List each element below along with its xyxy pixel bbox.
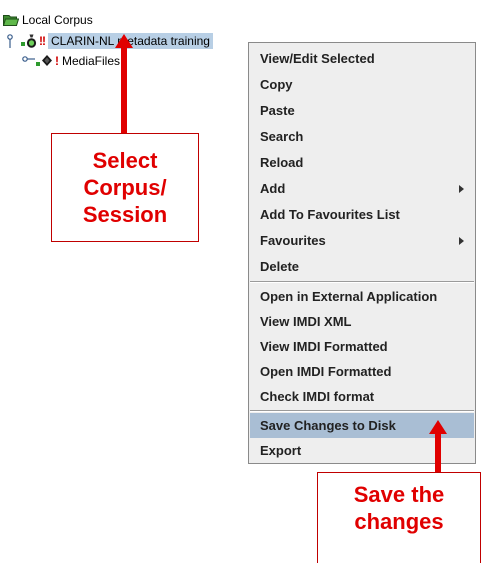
annotation-arrow-up-left — [115, 34, 133, 136]
menu-item-open-imdi-formatted[interactable]: Open IMDI Formatted — [250, 359, 474, 385]
callout-line: Corpus/ — [83, 175, 167, 200]
menu-separator — [250, 281, 474, 283]
menu-item-view-imdi-formatted[interactable]: View IMDI Formatted — [250, 334, 474, 360]
tree-node-local-corpus[interactable]: Local Corpus — [2, 12, 93, 28]
menu-separator — [250, 410, 474, 412]
menu-item-delete[interactable]: Delete — [250, 254, 474, 280]
tree-label-media-files: MediaFiles — [62, 54, 121, 68]
context-menu: View/Edit Selected Copy Paste Search Rel… — [248, 42, 476, 464]
callout-line: changes — [354, 509, 444, 534]
tree-node-corpus[interactable]: !! CLARIN-NL metadata training — [7, 33, 213, 49]
menu-item-add-label: Add — [260, 181, 286, 196]
tree-node-media-files[interactable]: ! MediaFiles — [22, 53, 120, 69]
diamond-icon — [41, 53, 53, 69]
callout-line: Select — [92, 148, 158, 173]
menu-item-copy[interactable]: Copy — [250, 72, 474, 98]
menu-item-check-imdi-format[interactable]: Check IMDI format — [250, 384, 474, 410]
folder-open-icon — [2, 14, 20, 26]
corpus-icon — [26, 33, 37, 49]
warning-flag: !! — [39, 34, 46, 48]
tree-label-local-corpus: Local Corpus — [22, 13, 93, 27]
callout-line: Save the — [353, 482, 445, 507]
menu-item-view-edit-selected[interactable]: View/Edit Selected — [250, 46, 474, 72]
menu-item-paste[interactable]: Paste — [250, 98, 474, 124]
callout-line: Session — [82, 202, 168, 227]
submenu-arrow-icon — [459, 237, 464, 245]
annotation-callout-save: Save the changes — [317, 472, 481, 563]
menu-item-view-imdi-xml[interactable]: View IMDI XML — [250, 309, 474, 335]
menu-item-favourites[interactable]: Favourites — [250, 228, 474, 254]
annotation-arrow-up-right — [429, 420, 447, 474]
menu-item-search[interactable]: Search — [250, 124, 474, 150]
warning-flag: ! — [55, 54, 59, 68]
menu-item-open-in-external-application[interactable]: Open in External Application — [250, 284, 474, 310]
tree-handle-icon[interactable] — [7, 33, 21, 49]
menu-item-favourites-label: Favourites — [260, 233, 326, 248]
menu-item-reload[interactable]: Reload — [250, 150, 474, 176]
menu-item-add-to-favourites-list[interactable]: Add To Favourites List — [250, 202, 474, 228]
tree-leaf-line-icon — [22, 53, 36, 69]
menu-item-add[interactable]: Add — [250, 176, 474, 202]
annotation-callout-select: Select Corpus/ Session — [51, 133, 199, 242]
submenu-arrow-icon — [459, 185, 464, 193]
